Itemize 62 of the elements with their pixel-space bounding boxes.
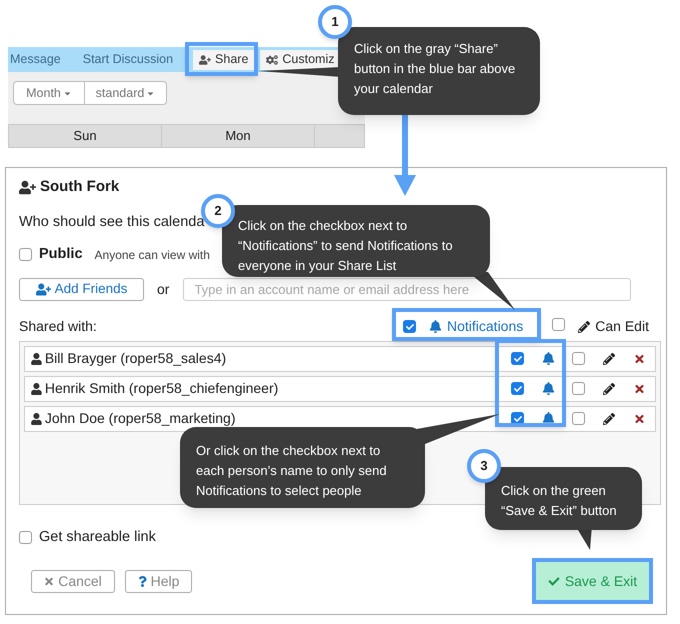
- pencil-icon[interactable]: [603, 382, 616, 394]
- check-icon: [514, 414, 522, 422]
- close-icon: [44, 576, 54, 587]
- bell-icon: [542, 412, 555, 425]
- person-name: Henrik Smith (roper58_chiefengineer): [44, 379, 280, 398]
- bell-icon: [542, 382, 555, 395]
- pencil-icon: [578, 320, 590, 332]
- pencil-icon[interactable]: [603, 352, 616, 364]
- view-dropdown[interactable]: Month: [13, 81, 85, 105]
- toolbar-button[interactable]: Customiz: [260, 50, 340, 70]
- help-icon: [138, 576, 147, 587]
- add-user-icon: [36, 282, 51, 296]
- or-text: or: [157, 280, 170, 298]
- toolbar-link[interactable]: Message: [10, 50, 61, 69]
- public-description: Anyone can view with: [94, 246, 210, 264]
- person-name: Bill Brayger (roper58_sales4): [44, 349, 228, 368]
- public-label: Public: [39, 244, 83, 264]
- person-name: John Doe (roper58_marketing): [44, 409, 236, 428]
- day-header: Sun: [9, 125, 162, 147]
- checkbox[interactable]: [572, 412, 586, 425]
- help-button[interactable]: Help: [125, 570, 192, 593]
- checkbox[interactable]: [19, 248, 32, 262]
- checkbox[interactable]: [572, 352, 586, 365]
- checkbox[interactable]: [511, 352, 524, 365]
- check-icon: [406, 322, 414, 330]
- save-exit-button[interactable]: Save & Exit: [536, 562, 649, 600]
- check-icon: [514, 354, 522, 362]
- remove-icon[interactable]: [634, 382, 646, 394]
- search-field[interactable]: Type in an account name or email address here: [183, 278, 632, 300]
- add-user-icon: [19, 180, 36, 194]
- shared-with-label: Shared with:: [19, 317, 98, 336]
- user-icon: [31, 352, 42, 364]
- add-friends-button[interactable]: Add Friends: [19, 278, 144, 300]
- toolbar-link[interactable]: Start Discussion: [82, 50, 174, 69]
- add-user-icon: [199, 54, 212, 66]
- gears-icon: [266, 54, 278, 66]
- check-icon: [514, 384, 522, 392]
- can-edit-label: Can Edit: [595, 317, 649, 336]
- day-header: Mon: [162, 125, 315, 147]
- toolbar-button[interactable]: Share: [193, 50, 254, 70]
- checkbox[interactable]: [572, 382, 586, 395]
- pencil-icon[interactable]: [603, 412, 616, 424]
- user-icon: [31, 412, 42, 424]
- remove-icon[interactable]: [634, 412, 646, 424]
- checkbox[interactable]: [511, 382, 524, 395]
- bell-icon: [542, 352, 555, 365]
- callout-text: Or click on the checkbox next to each person’s name to only send Notifications to select people: [180, 427, 425, 508]
- shareable-link-label: Get shareable link: [39, 528, 156, 546]
- checkbox[interactable]: [19, 530, 32, 544]
- view-dropdown[interactable]: standard: [85, 81, 167, 105]
- check-icon: [548, 576, 560, 587]
- user-icon: [31, 382, 42, 394]
- cancel-button[interactable]: Cancel: [31, 570, 115, 593]
- callout-text: Click on the gray “Share” button in the blue bar above your calendar: [338, 27, 540, 115]
- step-number: 1: [318, 5, 352, 39]
- notifications-label[interactable]: Notifications: [447, 316, 524, 337]
- bell-icon: [429, 320, 442, 333]
- checkbox[interactable]: [552, 318, 566, 330]
- callout-text: Click on the checkbox next to “Notifications” to send Notifications to everyone in your Share List: [222, 205, 490, 277]
- checkbox[interactable]: [403, 320, 416, 333]
- dialog-title: South Fork: [40, 176, 120, 197]
- remove-icon[interactable]: [634, 352, 646, 364]
